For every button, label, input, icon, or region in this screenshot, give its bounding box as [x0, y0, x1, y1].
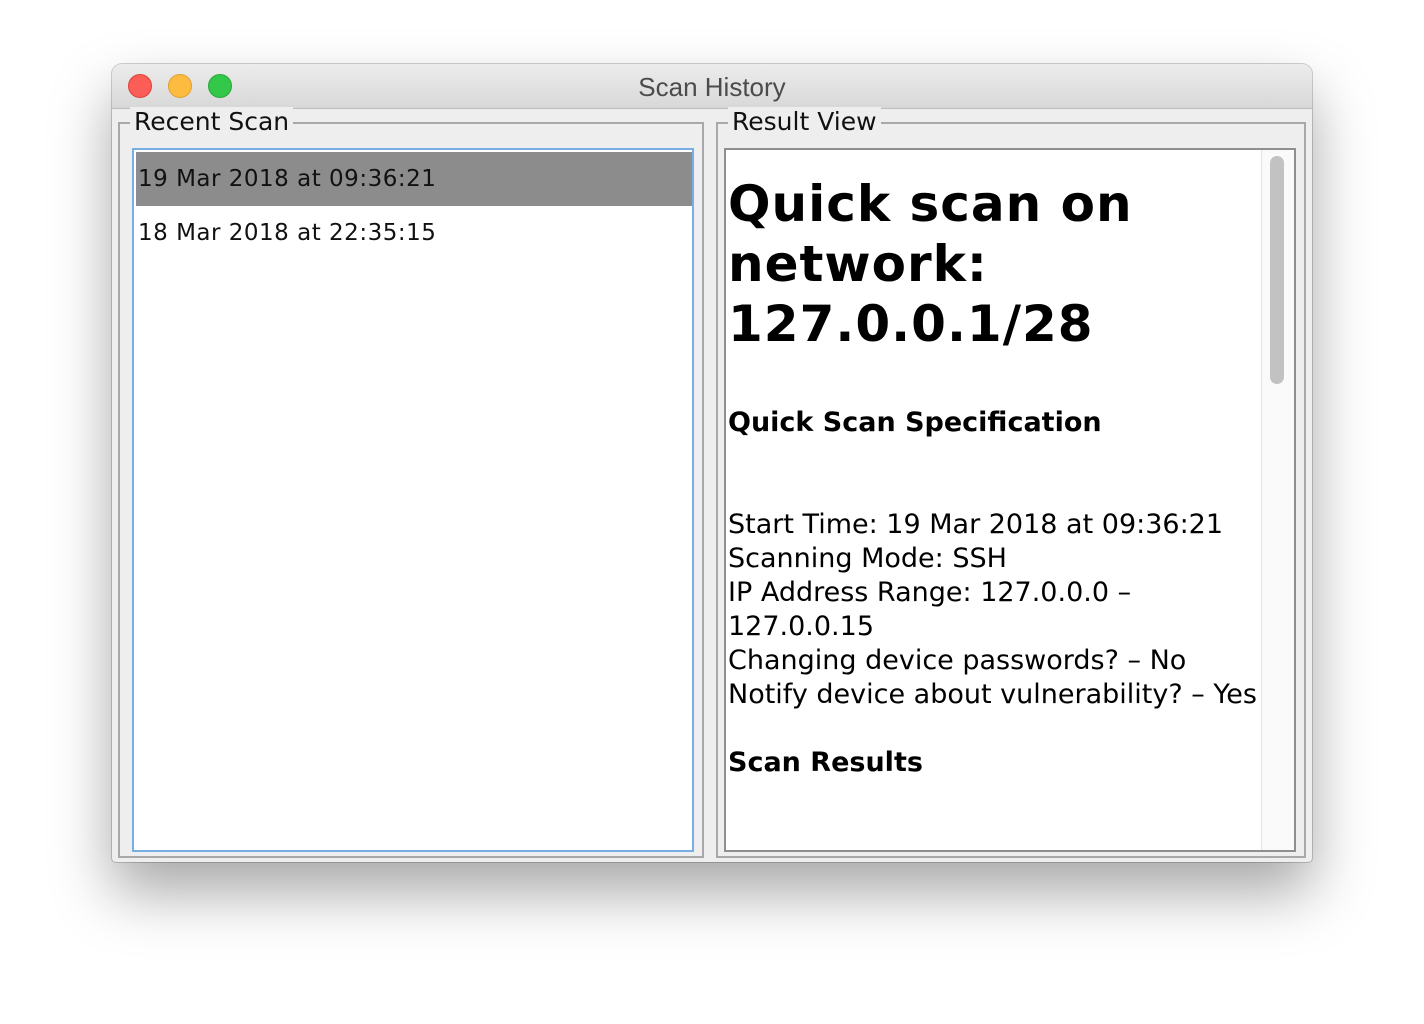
title-bar[interactable]: Scan History: [112, 64, 1312, 109]
result-heading: Quick scan on network: 127.0.0.1/28: [728, 175, 1133, 353]
spec-start-time: Start Time: 19 Mar 2018 at 09:36:21: [728, 509, 1224, 540]
spec-ip-range: IP Address Range: 127.0.0.0 – 127.0.0.15: [728, 577, 1132, 642]
recent-scan-list[interactable]: 19 Mar 2018 at 09:36:21 18 Mar 2018 at 2…: [132, 148, 694, 852]
recent-scan-group: Recent Scan 19 Mar 2018 at 09:36:21 18 M…: [118, 107, 704, 858]
scan-history-window: Scan History Recent Scan 19 Mar 2018 at …: [112, 64, 1312, 862]
spec-heading: Quick Scan Specification: [728, 407, 1102, 438]
window-title: Scan History: [638, 72, 786, 102]
spec-notify-device: Notify device about vulnerability? – Yes: [728, 679, 1257, 710]
spec-scanning-mode: Scanning Mode: SSH: [728, 543, 1007, 574]
result-view-legend: Result View: [728, 107, 881, 137]
scrollbar-thumb[interactable]: [1270, 156, 1284, 384]
recent-scan-legend: Recent Scan: [130, 107, 294, 137]
list-item-scan-1[interactable]: 19 Mar 2018 at 09:36:21: [136, 152, 692, 206]
results-heading: Scan Results: [728, 747, 923, 778]
result-view-pane[interactable]: Quick scan on network: 127.0.0.1/28 Quic…: [724, 148, 1296, 852]
list-item-scan-2[interactable]: 18 Mar 2018 at 22:35:15: [136, 206, 704, 260]
vertical-scrollbar[interactable]: [1261, 150, 1294, 850]
result-view-group: Result View Quick scan on network: 127.0…: [716, 107, 1306, 858]
spec-lines: Start Time: 19 Mar 2018 at 09:36:21 Scan…: [728, 508, 1268, 712]
spec-change-passwords: Changing device passwords? – No: [728, 645, 1187, 676]
